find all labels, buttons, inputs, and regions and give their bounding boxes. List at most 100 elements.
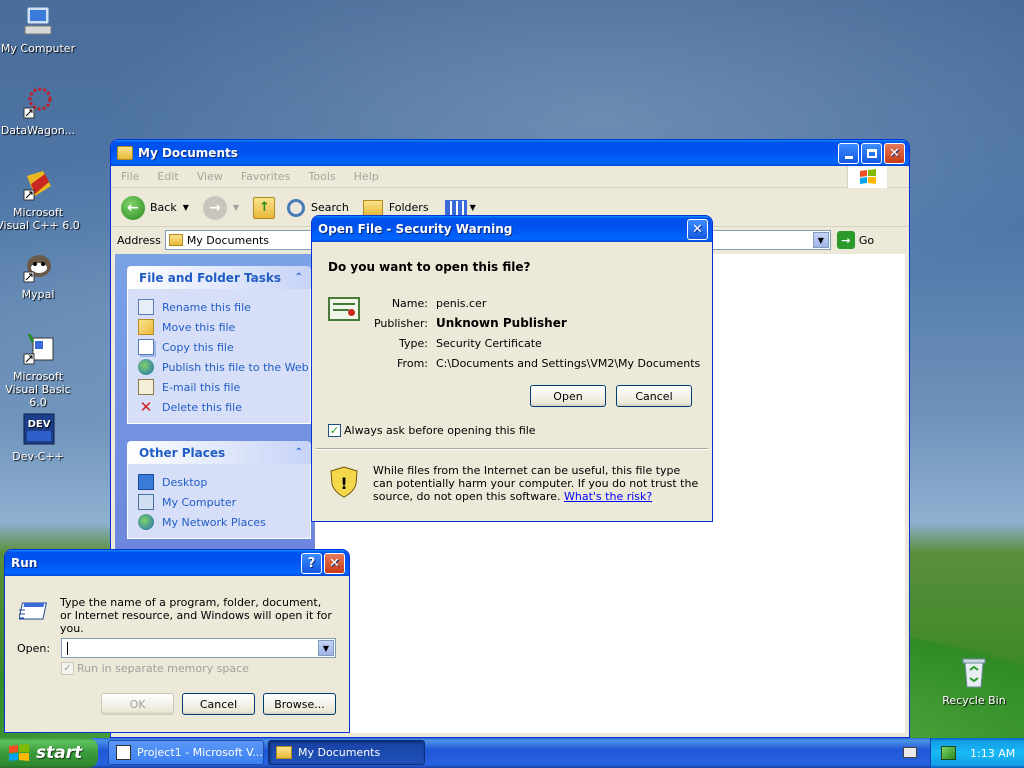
keyboard-icon[interactable] bbox=[903, 747, 917, 758]
help-button[interactable]: ? bbox=[301, 552, 322, 574]
task-email-file[interactable]: E-mail this file bbox=[138, 377, 310, 397]
up-folder-button[interactable]: ↑ bbox=[253, 196, 276, 219]
task-copy-file[interactable]: Copy this file bbox=[138, 337, 310, 357]
delete-x-icon: ✕ bbox=[139, 398, 153, 416]
run-cancel-button[interactable]: Cancel bbox=[182, 693, 255, 715]
place-label: Desktop bbox=[162, 475, 208, 489]
menu-file[interactable]: File bbox=[121, 170, 139, 183]
forward-button[interactable]: → ▼ bbox=[202, 195, 239, 220]
folders-button[interactable]: Folders bbox=[362, 199, 429, 216]
back-label: Back bbox=[150, 201, 177, 214]
back-arrow-icon: ← bbox=[121, 195, 145, 220]
cancel-button[interactable]: Cancel bbox=[616, 385, 692, 407]
desktop-icon-mypal[interactable]: Mypal bbox=[0, 250, 80, 301]
run-dialog-titlebar[interactable]: Run ? ✕ bbox=[5, 550, 349, 576]
clock[interactable]: 1:13 AM bbox=[970, 747, 1015, 760]
help-question-icon: ? bbox=[307, 555, 316, 571]
mypal-icon bbox=[21, 250, 55, 284]
task-label: Delete this file bbox=[162, 400, 242, 414]
collapse-chevron-icon[interactable]: ⌃ bbox=[295, 447, 303, 458]
detail-row-publisher: Publisher: Unknown Publisher bbox=[362, 313, 702, 333]
windows-flag-icon bbox=[8, 743, 30, 763]
menu-favorites[interactable]: Favorites bbox=[241, 170, 291, 183]
move-icon bbox=[138, 319, 154, 335]
security-dialog-titlebar[interactable]: Open File - Security Warning ✕ bbox=[312, 216, 712, 242]
task-move-file[interactable]: Move this file bbox=[138, 317, 310, 337]
minimize-button[interactable] bbox=[838, 142, 859, 164]
close-button[interactable]: ✕ bbox=[884, 142, 905, 164]
memory-space-checkbox-row[interactable]: ✓ Run in separate memory space bbox=[61, 662, 249, 675]
views-icon bbox=[444, 199, 467, 216]
file-source-value: C:\Documents and Settings\VM2\My Documen… bbox=[436, 356, 701, 370]
menu-tools[interactable]: Tools bbox=[309, 170, 336, 183]
desktop-icon-my-computer[interactable]: My Computer bbox=[0, 4, 80, 55]
other-places-header[interactable]: Other Places ⌃ bbox=[127, 441, 311, 464]
run-open-input[interactable]: ▼ bbox=[61, 638, 336, 658]
task-publish-web[interactable]: Publish this file to the Web bbox=[138, 357, 310, 377]
ok-button[interactable]: OK bbox=[101, 693, 174, 715]
desktop-icon-visual-basic[interactable]: Microsoft Visual Basic 6.0 bbox=[0, 332, 80, 409]
views-button[interactable]: ▼ bbox=[444, 199, 476, 216]
chevron-down-icon: ▼ bbox=[817, 235, 824, 245]
desktop-icon-label: Dev-C++ bbox=[12, 450, 64, 463]
browse-button[interactable]: Browse... bbox=[263, 693, 336, 715]
collapse-chevron-icon[interactable]: ⌃ bbox=[295, 272, 303, 283]
start-button[interactable]: start bbox=[0, 738, 98, 768]
task-rename-file[interactable]: Rename this file bbox=[138, 297, 310, 317]
maximize-button[interactable] bbox=[861, 142, 882, 164]
taskbar-button-my-documents[interactable]: My Documents bbox=[268, 740, 425, 765]
whats-the-risk-link[interactable]: What's the risk? bbox=[564, 490, 652, 503]
back-button[interactable]: ← Back ▼ bbox=[121, 195, 189, 220]
desktop-icon-label: Mypal bbox=[21, 288, 55, 301]
address-dropdown-button[interactable]: ▼ bbox=[812, 232, 829, 248]
open-button[interactable]: Open bbox=[530, 385, 606, 407]
task-delete-file[interactable]: ✕ Delete this file bbox=[138, 397, 310, 417]
place-my-computer[interactable]: My Computer bbox=[138, 492, 310, 512]
place-label: My Computer bbox=[162, 495, 237, 509]
explorer-titlebar[interactable]: My Documents ✕ bbox=[111, 140, 909, 166]
place-network[interactable]: My Network Places bbox=[138, 512, 310, 532]
search-label: Search bbox=[311, 201, 349, 214]
taskbar-button-label: Project1 - Microsoft V... bbox=[137, 746, 263, 759]
taskbar-button-project1[interactable]: Project1 - Microsoft V... bbox=[108, 740, 264, 765]
other-places-list: Desktop My Computer My Network Places bbox=[127, 464, 311, 539]
place-desktop[interactable]: Desktop bbox=[138, 472, 310, 492]
chevron-down-icon: ▼ bbox=[182, 203, 189, 212]
always-ask-checkbox[interactable]: ✓ bbox=[328, 424, 341, 437]
taskbar: start Project1 - Microsoft V... My Docum… bbox=[0, 738, 1024, 768]
chevron-down-icon: ▼ bbox=[469, 203, 476, 212]
dev-cpp-icon: DEV bbox=[21, 412, 55, 446]
desktop-icon-label: DataWagon... bbox=[0, 124, 76, 137]
visual-basic-icon bbox=[21, 332, 55, 366]
windows-logo-icon bbox=[847, 166, 887, 188]
address-value: My Documents bbox=[186, 233, 270, 247]
menu-view[interactable]: View bbox=[197, 170, 223, 183]
desktop-icon-visual-cpp[interactable]: Microsoft Visual C++ 6.0 bbox=[0, 168, 80, 232]
network-tray-icon[interactable] bbox=[941, 746, 956, 760]
go-button[interactable]: → Go bbox=[836, 231, 874, 249]
folder-icon bbox=[168, 234, 183, 246]
always-ask-checkbox-row[interactable]: ✓ Always ask before opening this file bbox=[328, 424, 536, 437]
task-label: Copy this file bbox=[162, 340, 234, 354]
search-button[interactable]: Search bbox=[287, 198, 349, 217]
file-folder-tasks-header[interactable]: File and Folder Tasks ⌃ bbox=[127, 266, 311, 289]
minimize-icon bbox=[844, 155, 853, 159]
security-dialog-close-button[interactable]: ✕ bbox=[687, 218, 708, 240]
memory-space-checkbox[interactable]: ✓ bbox=[61, 662, 74, 675]
my-computer-icon bbox=[21, 4, 55, 38]
detail-row-from: From: C:\Documents and Settings\VM2\My Do… bbox=[362, 353, 702, 373]
publisher-value: Unknown Publisher bbox=[436, 316, 567, 330]
menu-help[interactable]: Help bbox=[354, 170, 379, 183]
explorer-title: My Documents bbox=[138, 146, 238, 160]
globe-icon bbox=[138, 359, 154, 375]
address-label: Address bbox=[117, 233, 161, 247]
desktop-icon-recycle-bin[interactable]: Recycle Bin bbox=[932, 656, 1016, 707]
desktop-icon-label: Microsoft Visual Basic 6.0 bbox=[5, 370, 71, 409]
desktop-icon-dev-cpp[interactable]: DEV Dev-C++ bbox=[0, 412, 80, 463]
system-tray: 1:13 AM bbox=[930, 738, 1024, 768]
menu-edit[interactable]: Edit bbox=[157, 170, 178, 183]
run-open-dropdown-button[interactable]: ▼ bbox=[318, 640, 334, 656]
run-dialog-close-button[interactable]: ✕ bbox=[324, 552, 345, 574]
task-label: Publish this file to the Web bbox=[162, 360, 309, 374]
desktop-icon-datawagon[interactable]: DataWagon... bbox=[0, 86, 80, 137]
